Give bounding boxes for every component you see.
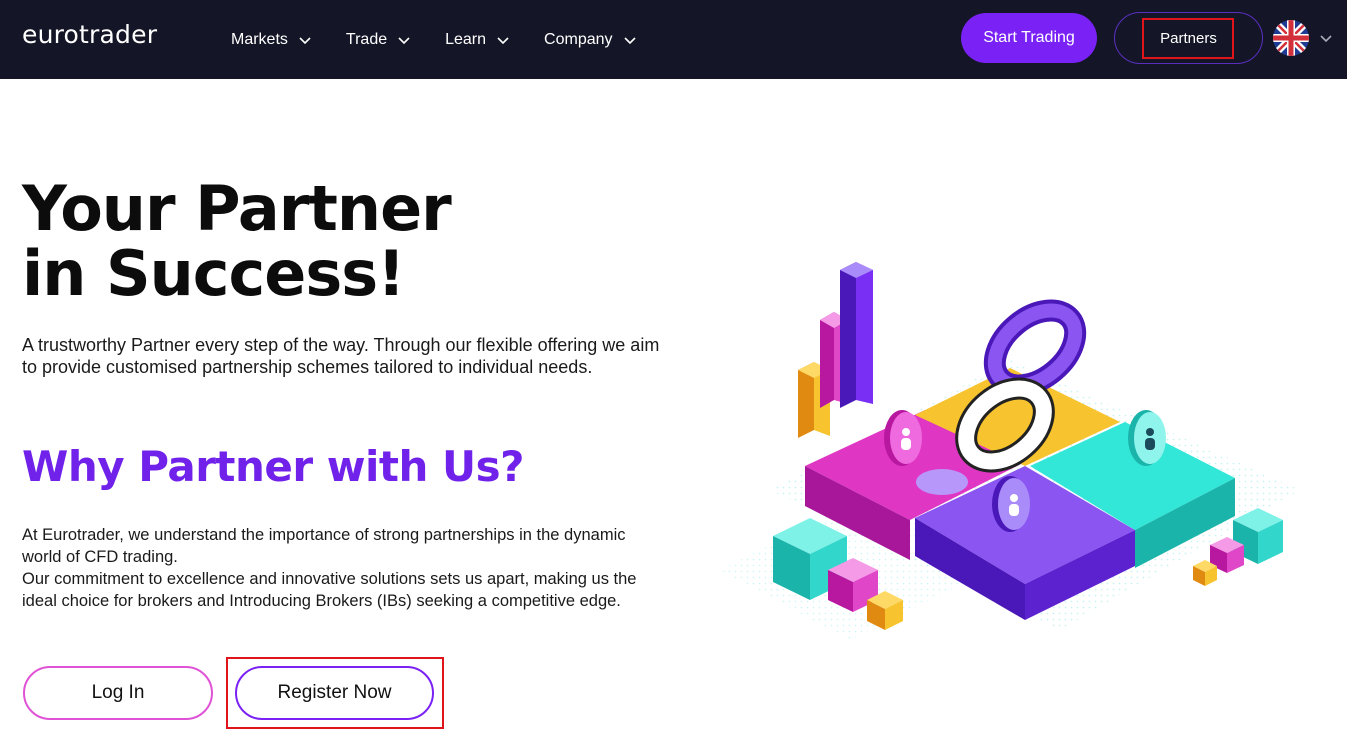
hero-title-line1: Your Partner	[22, 172, 452, 245]
hero-subtitle: A trustworthy Partner every step of the …	[22, 335, 660, 377]
top-navigation-bar: eurotrader Markets Trade Learn Company S…	[0, 0, 1347, 79]
partnership-puzzle-illustration	[720, 262, 1300, 640]
nav-company-label: Company	[544, 30, 613, 48]
nav-company[interactable]: Company	[544, 31, 636, 49]
chevron-down-icon	[623, 33, 637, 47]
main-nav: Markets Trade Learn Company	[231, 0, 671, 79]
chevron-down-icon[interactable]	[1319, 31, 1333, 45]
nav-trade[interactable]: Trade	[346, 31, 411, 49]
eurotrader-logo[interactable]: eurotrader	[22, 20, 157, 49]
hero-title-line2: in Success!	[22, 237, 405, 310]
why-partner-heading: Why Partner with Us?	[22, 442, 525, 491]
nav-learn-label: Learn	[445, 30, 487, 48]
login-button[interactable]: Log In	[23, 666, 213, 720]
hero-title: Your Partner in Success!	[22, 172, 452, 310]
chevron-down-icon	[298, 33, 312, 47]
why-partner-text: At Eurotrader, we understand the importa…	[22, 524, 662, 612]
chevron-down-icon	[397, 33, 411, 47]
partners-button[interactable]: Partners	[1114, 12, 1263, 64]
nav-markets[interactable]: Markets	[231, 31, 312, 49]
chevron-down-icon	[496, 33, 510, 47]
nav-trade-label: Trade	[345, 30, 388, 48]
start-trading-button[interactable]: Start Trading	[961, 13, 1097, 63]
nav-markets-label: Markets	[231, 30, 288, 48]
why-paragraph-2: Our commitment to excellence and innovat…	[22, 570, 637, 610]
why-paragraph-1: At Eurotrader, we understand the importa…	[22, 526, 626, 566]
uk-flag-icon[interactable]	[1273, 20, 1309, 56]
nav-learn[interactable]: Learn	[445, 31, 510, 49]
register-now-button[interactable]: Register Now	[235, 666, 434, 720]
bar-pillars	[798, 262, 873, 438]
